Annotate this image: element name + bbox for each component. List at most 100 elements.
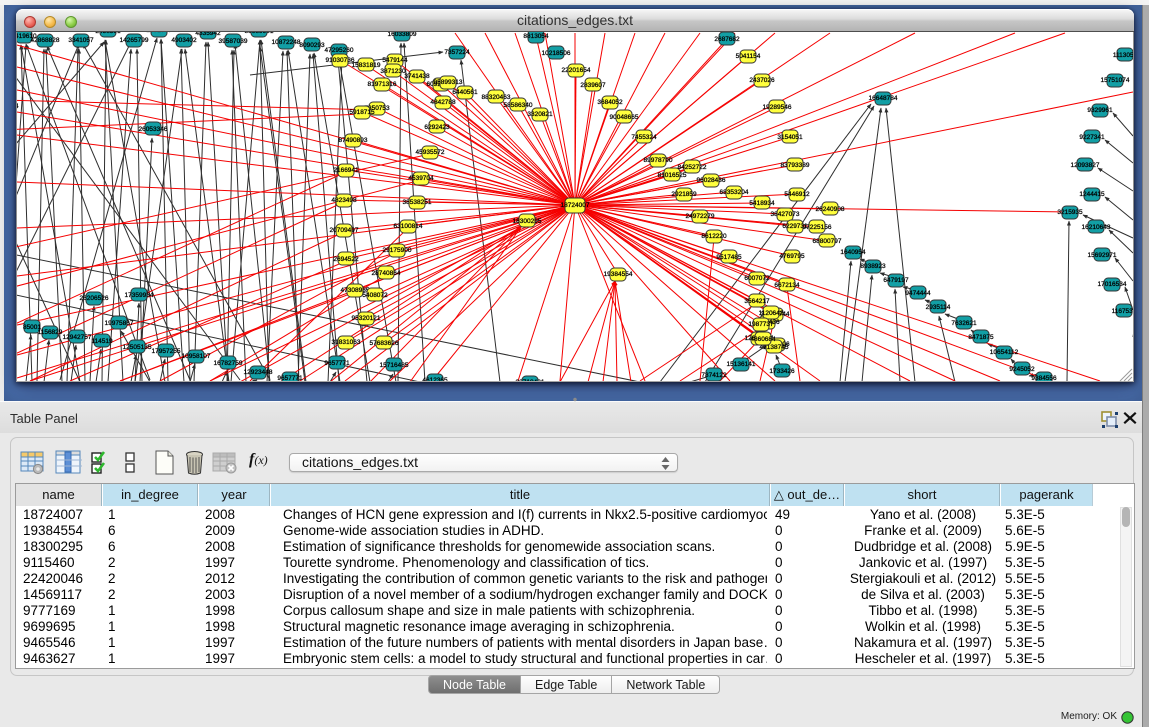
svg-text:19975867: 19975867: [105, 320, 134, 327]
svg-text:89089901: 89089901: [245, 32, 274, 35]
svg-text:2437026: 2437026: [749, 77, 775, 84]
svg-text:12923448: 12923448: [244, 369, 273, 376]
svg-text:5408072: 5408072: [362, 292, 388, 299]
svg-text:20709497: 20709497: [330, 227, 359, 234]
svg-text:9657771: 9657771: [277, 375, 303, 382]
svg-text:12093827: 12093827: [1071, 162, 1100, 169]
svg-text:7632621: 7632621: [951, 320, 977, 327]
svg-text:83793389: 83793389: [781, 162, 810, 169]
svg-text:22201654: 22201654: [562, 67, 591, 74]
svg-text:2166941: 2166941: [333, 167, 359, 174]
svg-text:29175900: 29175900: [383, 247, 412, 254]
svg-text:3741438: 3741438: [404, 73, 430, 80]
svg-text:6007072: 6007072: [744, 275, 770, 282]
svg-text:6440561: 6440561: [452, 89, 478, 96]
svg-text:3341057: 3341057: [68, 37, 94, 44]
svg-text:8938923: 8938923: [860, 263, 886, 270]
svg-text:4860684: 4860684: [750, 336, 776, 343]
svg-text:12505135: 12505135: [123, 344, 152, 351]
svg-text:6672134: 6672134: [774, 282, 800, 289]
svg-text:26206526: 26206526: [80, 295, 109, 302]
svg-text:10872248: 10872248: [272, 39, 301, 46]
svg-text:95899313: 95899313: [434, 79, 463, 86]
svg-text:9384556: 9384556: [1031, 375, 1057, 382]
svg-text:19289546: 19289546: [763, 104, 792, 111]
svg-text:4539704: 4539704: [408, 175, 434, 182]
svg-text:3320821: 3320821: [527, 111, 553, 118]
svg-text:3564217: 3564217: [744, 298, 770, 305]
svg-text:16782759: 16782759: [214, 360, 243, 367]
svg-text:7455324: 7455324: [631, 134, 657, 141]
svg-text:2935114: 2935114: [926, 304, 951, 311]
svg-text:24972279: 24972279: [686, 213, 715, 220]
svg-text:3215935: 3215935: [1057, 209, 1083, 216]
svg-text:57683626: 57683626: [370, 340, 399, 347]
svg-text:15716485: 15716485: [380, 362, 409, 369]
svg-text:8813054: 8813054: [523, 33, 549, 40]
svg-text:90048665: 90048665: [610, 114, 639, 121]
svg-text:18300295: 18300295: [513, 218, 542, 225]
svg-text:17957255: 17957255: [152, 348, 181, 355]
svg-text:9227341: 9227341: [1079, 134, 1105, 141]
svg-text:2921859: 2921859: [671, 191, 697, 198]
svg-text:95320121: 95320121: [352, 315, 381, 322]
svg-text:5041154: 5041154: [736, 53, 761, 60]
svg-text:1987737: 1987737: [748, 321, 774, 328]
svg-text:9329961: 9329961: [1087, 107, 1113, 114]
svg-text:17359934: 17359934: [125, 292, 154, 299]
svg-text:12942757: 12942757: [63, 334, 92, 341]
svg-text:4335942: 4335942: [195, 32, 221, 37]
svg-text:8612220: 8612220: [701, 233, 727, 240]
svg-text:9517485: 9517485: [716, 254, 742, 261]
svg-text:45935572: 45935572: [416, 149, 445, 156]
svg-text:97225156: 97225156: [803, 224, 832, 231]
svg-text:8471875: 8471875: [968, 334, 994, 341]
svg-text:91030736: 91030736: [326, 57, 355, 64]
svg-text:6292423: 6292423: [424, 124, 450, 131]
svg-text:47295260: 47295260: [325, 47, 354, 54]
svg-text:1640954: 1640954: [840, 249, 866, 256]
svg-text:31831063: 31831063: [332, 339, 361, 346]
svg-text:1733426: 1733426: [769, 368, 795, 375]
svg-text:3684052: 3684052: [597, 99, 623, 106]
svg-text:7374122: 7374122: [701, 372, 727, 379]
svg-text:87490893: 87490893: [339, 137, 368, 144]
svg-text:26240908: 26240908: [816, 206, 845, 213]
svg-text:2687682: 2687682: [714, 36, 740, 43]
svg-text:4823498: 4823498: [331, 197, 357, 204]
svg-text:16648784: 16648784: [869, 95, 898, 102]
svg-text:18724007: 18724007: [561, 202, 590, 209]
svg-text:3871230: 3871230: [380, 68, 406, 75]
svg-text:8090293: 8090293: [299, 42, 325, 49]
svg-text:14265799: 14265799: [120, 37, 149, 44]
svg-text:5418934: 5418934: [749, 200, 775, 207]
svg-text:7357224: 7357224: [444, 49, 470, 56]
svg-text:2694522: 2694522: [333, 256, 359, 263]
svg-text:84252722: 84252722: [678, 164, 707, 171]
svg-text:5446912: 5446912: [784, 191, 810, 198]
svg-text:16033809: 16033809: [388, 32, 417, 38]
svg-text:10958107: 10958107: [182, 353, 211, 360]
svg-text:89978790: 89978790: [644, 157, 673, 164]
svg-text:114519: 114519: [91, 338, 113, 345]
svg-text:16210643: 16210643: [1082, 224, 1111, 231]
svg-text:58586340: 58586340: [504, 102, 533, 109]
svg-text:96028436: 96028436: [697, 177, 726, 184]
svg-text:10654112: 10654112: [990, 349, 1019, 356]
svg-text:15136141: 15136141: [727, 361, 756, 368]
svg-text:9657771: 9657771: [324, 360, 350, 367]
svg-text:5479144: 5479144: [382, 57, 408, 64]
svg-text:2839607: 2839607: [580, 82, 606, 89]
svg-text:4903402: 4903402: [171, 37, 197, 44]
svg-text:1244415: 1244415: [1079, 191, 1105, 198]
svg-text:2571945: 2571945: [146, 32, 172, 34]
svg-text:88320463: 88320463: [482, 94, 511, 101]
svg-text:17016534: 17016534: [1098, 281, 1127, 288]
svg-text:26053346: 26053346: [139, 126, 168, 133]
svg-text:4842788: 4842788: [430, 99, 456, 106]
svg-text:15751074: 15751074: [1101, 77, 1130, 84]
svg-text:38427073: 38427073: [771, 211, 800, 218]
svg-text:9474444: 9474444: [905, 290, 931, 297]
svg-text:28740864: 28740864: [372, 270, 401, 277]
svg-text:68353204: 68353204: [720, 189, 749, 196]
